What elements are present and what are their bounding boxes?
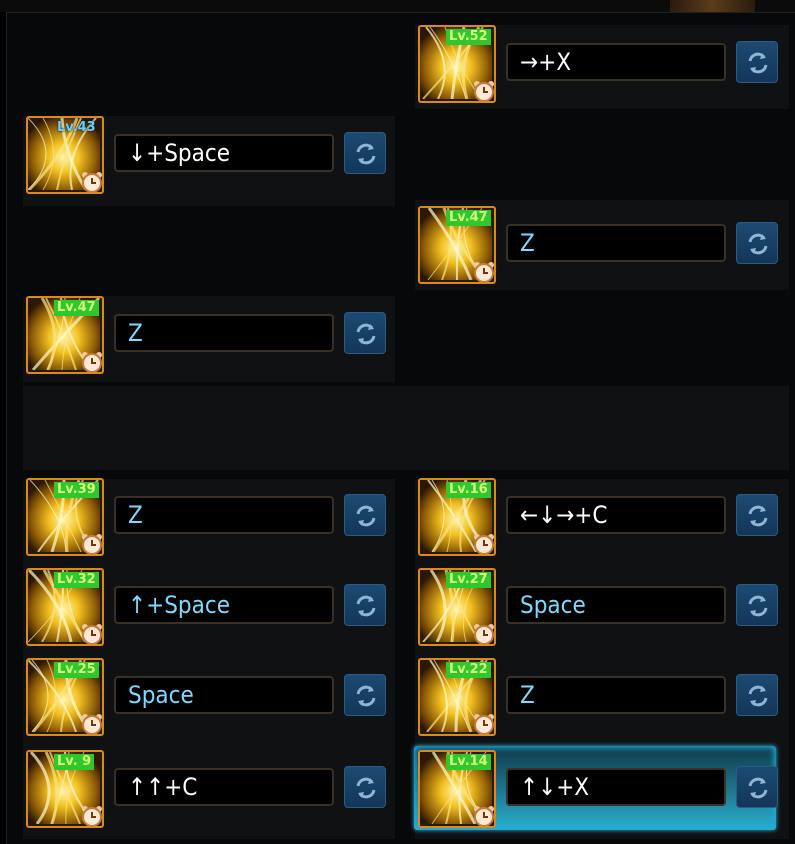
alarm-clock-icon	[472, 532, 494, 554]
command-key-field[interactable]: ←↓→+C	[506, 496, 726, 534]
top-decoration	[670, 0, 755, 12]
alarm-clock-icon	[80, 350, 102, 372]
reset-arrows-icon	[748, 52, 768, 74]
skill-icon[interactable]: Lv.25	[26, 658, 104, 736]
command-key-field[interactable]: Z	[114, 314, 334, 352]
reset-button[interactable]	[736, 222, 778, 264]
skill-row[interactable]: Lv.43 ↓+Space	[22, 112, 386, 196]
reset-arrows-icon	[748, 233, 768, 255]
command-key-field[interactable]: ↑↑+C	[114, 768, 334, 806]
reset-button[interactable]	[344, 494, 386, 536]
skill-row[interactable]: Lv.22 Z	[414, 654, 778, 738]
reset-button[interactable]	[344, 584, 386, 626]
reset-arrows-icon	[356, 323, 376, 345]
level-badge: Lv. 9	[54, 754, 95, 770]
reset-button[interactable]	[736, 674, 778, 716]
reset-arrows-icon	[356, 143, 376, 165]
reset-arrows-icon	[356, 595, 376, 617]
skill-row[interactable]: Lv.32 ↑+Space	[22, 564, 386, 648]
reset-arrows-icon	[748, 505, 768, 527]
skill-row[interactable]: Lv. 9 ↑↑+C	[22, 746, 386, 830]
alarm-clock-icon	[472, 712, 494, 734]
reset-arrows-icon	[356, 777, 376, 799]
alarm-clock-icon	[472, 260, 494, 282]
skill-icon[interactable]: Lv.14	[418, 750, 496, 828]
level-badge: Lv.32	[54, 572, 99, 588]
skill-icon[interactable]: Lv.47	[418, 206, 496, 284]
level-badge: Lv.47	[446, 210, 491, 226]
alarm-clock-icon	[80, 712, 102, 734]
skill-icon[interactable]: Lv.22	[418, 658, 496, 736]
reset-arrows-icon	[748, 777, 768, 799]
skill-icon[interactable]: Lv.47	[26, 296, 104, 374]
skill-icon[interactable]: Lv.16	[418, 478, 496, 556]
command-key-field[interactable]: Space	[506, 586, 726, 624]
reset-button[interactable]	[736, 41, 778, 83]
level-badge: Lv.16	[446, 482, 491, 498]
skill-row[interactable]: Lv.39 Z	[22, 474, 386, 558]
reset-button[interactable]	[344, 674, 386, 716]
skill-row[interactable]: Lv.47 Z	[22, 292, 386, 376]
reset-arrows-icon	[356, 685, 376, 707]
level-badge: Lv.52	[446, 29, 491, 45]
skill-row[interactable]: Lv.25 Space	[22, 654, 386, 738]
skill-row[interactable]: Lv.27 Space	[414, 564, 778, 648]
skill-row[interactable]: Lv.16 ←↓→+C	[414, 474, 778, 558]
skill-icon[interactable]: Lv.43	[26, 116, 104, 194]
skill-row[interactable]: Lv.14 ↑↓+X	[414, 746, 778, 830]
panel-empty	[23, 386, 789, 470]
reset-button[interactable]	[344, 766, 386, 808]
level-badge: Lv.47	[54, 300, 99, 316]
command-key-field[interactable]: Z	[114, 496, 334, 534]
reset-button[interactable]	[344, 132, 386, 174]
alarm-clock-icon	[80, 622, 102, 644]
command-key-field[interactable]: Space	[114, 676, 334, 714]
alarm-clock-icon	[472, 804, 494, 826]
skill-icon[interactable]: Lv.39	[26, 478, 104, 556]
skill-icon[interactable]: Lv.27	[418, 568, 496, 646]
level-badge: Lv.43	[57, 120, 96, 135]
reset-button[interactable]	[344, 312, 386, 354]
command-key-field[interactable]: ↑+Space	[114, 586, 334, 624]
level-badge: Lv.39	[54, 482, 99, 498]
reset-arrows-icon	[356, 505, 376, 527]
alarm-clock-icon	[80, 170, 102, 192]
command-key-field[interactable]: ↑↓+X	[506, 768, 726, 806]
level-badge: Lv.14	[446, 754, 491, 770]
skill-row[interactable]: Lv.52 →+X	[414, 21, 778, 105]
level-badge: Lv.22	[446, 662, 491, 678]
command-key-field[interactable]: Z	[506, 676, 726, 714]
reset-arrows-icon	[748, 685, 768, 707]
alarm-clock-icon	[472, 79, 494, 101]
level-badge: Lv.27	[446, 572, 491, 588]
skill-icon[interactable]: Lv.52	[418, 25, 496, 103]
skill-icon[interactable]: Lv. 9	[26, 750, 104, 828]
reset-button[interactable]	[736, 584, 778, 626]
level-badge: Lv.25	[54, 662, 99, 678]
command-key-field[interactable]: →+X	[506, 43, 726, 81]
alarm-clock-icon	[80, 532, 102, 554]
reset-button[interactable]	[736, 494, 778, 536]
command-key-field[interactable]: Z	[506, 224, 726, 262]
alarm-clock-icon	[472, 622, 494, 644]
skill-icon[interactable]: Lv.32	[26, 568, 104, 646]
reset-arrows-icon	[748, 595, 768, 617]
reset-button[interactable]	[736, 766, 778, 808]
command-key-field[interactable]: ↓+Space	[114, 134, 334, 172]
skill-row[interactable]: Lv.47 Z	[414, 202, 778, 286]
alarm-clock-icon	[80, 804, 102, 826]
